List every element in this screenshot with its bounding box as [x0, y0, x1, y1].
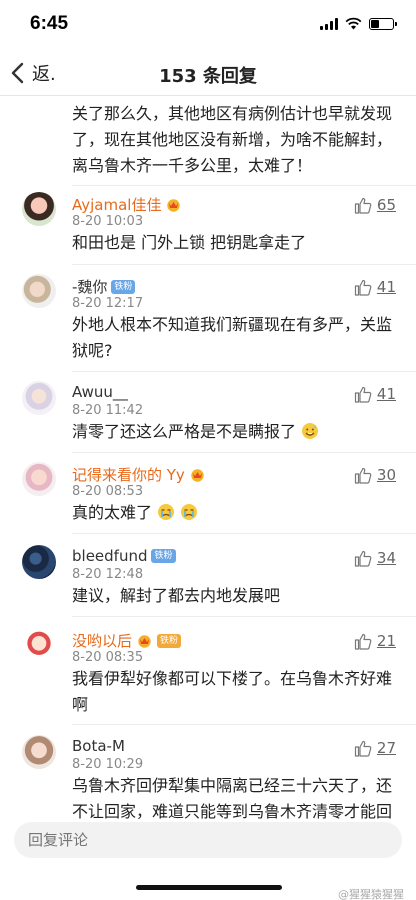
- avatar[interactable]: [22, 735, 56, 769]
- comment-text: 真的太难了: [72, 500, 402, 526]
- username-text: 没哟以后: [72, 632, 133, 650]
- nav-bar: 返. 153 条回复: [0, 52, 416, 96]
- divider: [72, 724, 416, 725]
- divider: [72, 264, 416, 265]
- fan-badge: 铁粉: [151, 549, 176, 563]
- crying-emoji-icon: [158, 504, 175, 520]
- comment-username[interactable]: bleedfund 铁粉: [72, 547, 176, 565]
- status-time: 6:45: [30, 13, 69, 34]
- crown-icon: [167, 199, 181, 212]
- like-button[interactable]: 27: [354, 739, 396, 757]
- username-text: Bota-M: [72, 737, 125, 755]
- like-button[interactable]: 21: [354, 632, 396, 650]
- watermark: @猩猩猿猩猩: [338, 888, 404, 900]
- signal-icon: [320, 17, 338, 30]
- bottom-bar: @猩猩猿猩猩: [0, 822, 416, 900]
- status-icons: [320, 17, 397, 30]
- avatar[interactable]: [22, 274, 56, 308]
- battery-icon: [369, 17, 397, 30]
- like-count: 34: [376, 549, 396, 567]
- like-count: 41: [376, 278, 396, 296]
- thumbs-up-icon: [354, 467, 372, 484]
- comment-time: 8-20 08:53: [72, 484, 144, 499]
- comment-time: 8-20 11:42: [72, 403, 144, 418]
- status-bar: 6:45: [0, 0, 416, 48]
- comment-username[interactable]: 没哟以后 铁粉: [72, 630, 182, 651]
- wifi-icon: [345, 17, 362, 30]
- comment-text: 外地人根本不知道我们新疆现在有多严，关监狱呢?: [72, 315, 393, 360]
- comment-username[interactable]: Ayjamal佳佳: [72, 194, 182, 215]
- fan-badge: 铁粉: [157, 633, 182, 648]
- crown-icon: [138, 635, 151, 648]
- avatar[interactable]: [22, 628, 56, 662]
- comment-text: 建议，解封了都去内地发展吧: [72, 586, 281, 605]
- comment-text: 清零了还这么严格是不是瞒报了: [72, 419, 402, 445]
- fan-badge: 铁粉: [111, 279, 136, 294]
- thumbs-up-icon: [354, 633, 372, 650]
- comment-time: 8-20 08:35: [72, 650, 144, 665]
- thumbs-up-icon: [354, 386, 372, 403]
- divider: [72, 452, 416, 453]
- username-text: bleedfund: [72, 547, 148, 565]
- comment-text: 乌鲁木齐回伊犁集中隔离已经三十六天了，还不让回家，难道只能等到乌鲁木齐清零才能回: [72, 776, 393, 821]
- like-button[interactable]: 30: [354, 466, 396, 484]
- divider: [72, 533, 416, 534]
- thumbs-up-icon: [354, 197, 372, 214]
- sweat-smile-emoji-icon: [302, 423, 319, 439]
- username-text: -魏你: [72, 278, 108, 296]
- avatar[interactable]: [22, 381, 56, 415]
- like-button[interactable]: 65: [354, 196, 396, 214]
- like-count: 41: [376, 385, 396, 403]
- crown-icon: [191, 469, 204, 482]
- like-button[interactable]: 41: [354, 385, 396, 403]
- avatar[interactable]: [22, 545, 56, 579]
- username-text: Ayjamal佳佳: [72, 196, 162, 214]
- avatar[interactable]: [22, 192, 56, 226]
- like-button[interactable]: 41: [354, 278, 396, 296]
- comment-username[interactable]: Bota-M: [72, 737, 125, 755]
- comment-time: 8-20 10:29: [72, 757, 144, 772]
- avatar[interactable]: [22, 462, 56, 496]
- like-count: 65: [376, 196, 396, 214]
- thumbs-up-icon: [354, 279, 372, 296]
- divider: [72, 616, 416, 617]
- partial-comment-text: 关了那么久，其他地区有病例估计也早就发现了，现在其他地区没有新增，为啥不能解封，…: [72, 104, 393, 175]
- comment-text-content: 真的太难了: [72, 503, 153, 522]
- like-button[interactable]: 34: [354, 549, 396, 567]
- crying-emoji-icon: [181, 504, 198, 520]
- comment-text-content: 清零了还这么严格是不是瞒报了: [72, 422, 297, 441]
- comment-username[interactable]: -魏你 铁粉: [72, 276, 136, 297]
- username-text: 记得来看你的 Yy: [72, 466, 185, 484]
- like-count: 21: [376, 632, 396, 650]
- comment-time: 8-20 10:03: [72, 214, 144, 229]
- like-count: 30: [376, 466, 396, 484]
- comment-username[interactable]: Awuu__: [72, 383, 128, 401]
- comment-time: 8-20 12:17: [72, 296, 144, 311]
- username-text: Awuu__: [72, 383, 128, 401]
- comment-text: 我看伊犁好像都可以下楼了。在乌鲁木齐好难啊: [72, 669, 393, 714]
- page-title: 153 条回复: [159, 66, 257, 87]
- like-count: 27: [376, 739, 396, 757]
- divider: [72, 185, 416, 186]
- thumbs-up-icon: [354, 740, 372, 757]
- reply-input[interactable]: [14, 822, 402, 858]
- comment-username[interactable]: 记得来看你的 Yy: [72, 464, 206, 485]
- comment-time: 8-20 12:48: [72, 567, 144, 582]
- home-indicator[interactable]: [136, 885, 282, 890]
- thumbs-up-icon: [354, 550, 372, 567]
- comment-text: 和田也是 门外上锁 把钥匙拿走了: [72, 233, 307, 252]
- reply-list[interactable]: 关了那么久，其他地区有病例估计也早就发现了，现在其他地区没有新增，为啥不能解封，…: [0, 97, 416, 821]
- divider: [72, 371, 416, 372]
